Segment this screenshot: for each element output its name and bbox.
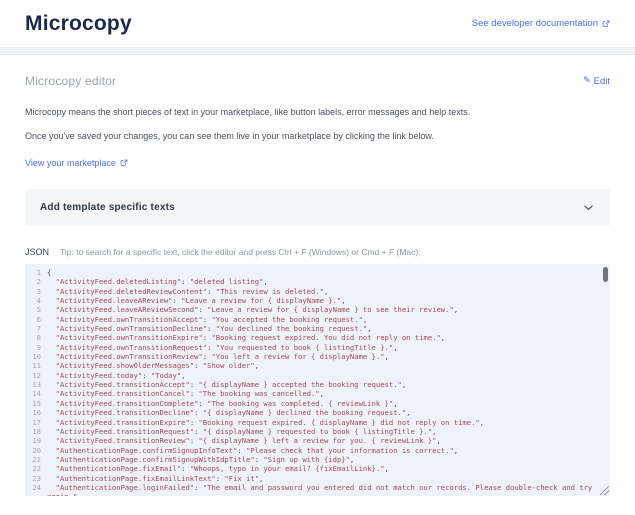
code-line: 5 "ActivityFeed.leaveAReviewSecond": "Le… — [25, 305, 610, 314]
code-line: 2 "ActivityFeed.deletedListing": "delete… — [25, 277, 610, 286]
code-line: 23 "AuthenticationPage.fixEmailLinkText"… — [25, 474, 610, 483]
code-lines: 1{2 "ActivityFeed.deletedListing": "dele… — [25, 264, 610, 496]
code-line: 15 "ActivityFeed.transitionComplete": "T… — [25, 399, 610, 408]
code-line: 22 "AuthenticationPage.fixEmail": "Whoop… — [25, 464, 610, 473]
json-code-editor[interactable]: 1{2 "ActivityFeed.deletedListing": "dele… — [25, 264, 610, 496]
code-line: 16 "ActivityFeed.transitionDecline": "{ … — [25, 408, 610, 417]
accordion-label: Add template specific texts — [40, 202, 175, 213]
code-line: 12 "ActivityFeed.today": "Today", — [25, 371, 610, 380]
chevron-down-icon — [584, 205, 593, 211]
code-line: 20 "AuthenticationPage.confirmSignupInfo… — [25, 446, 610, 455]
code-line: 1{ — [25, 268, 610, 277]
code-line: 19 "ActivityFeed.transitionReview": "{ d… — [25, 436, 610, 445]
developer-documentation-link[interactable]: See developer documentation — [472, 18, 610, 29]
description-paragraph-1: Microcopy means the short pieces of text… — [25, 105, 480, 120]
code-line: 18 "ActivityFeed.transitionRequest": "{ … — [25, 427, 610, 436]
developer-documentation-link-label: See developer documentation — [472, 18, 598, 29]
editor-toolbar: JSON Tip: to search for a specific text,… — [25, 247, 610, 257]
code-line: 11 "ActivityFeed.showOlderMessages": "Sh… — [25, 361, 610, 370]
app-title: Microcopy — [25, 12, 132, 36]
edit-button[interactable]: ✎ Edit — [583, 76, 610, 87]
external-link-icon — [120, 159, 128, 167]
header-divider-band — [0, 47, 635, 55]
code-line: 14 "ActivityFeed.transitionCancel": "The… — [25, 389, 610, 398]
add-template-texts-accordion[interactable]: Add template specific texts — [25, 189, 610, 226]
edit-button-label: Edit — [594, 76, 610, 87]
editor-resize-handle[interactable] — [600, 486, 609, 495]
format-label: JSON — [25, 247, 49, 257]
code-line: 24 "AuthenticationPage.loginFailed": "Th… — [25, 483, 610, 496]
description-paragraph-2: Once you've saved your changes, you can … — [25, 129, 480, 144]
search-tip-text: Tip: to search for a specific text, clic… — [60, 247, 421, 257]
view-marketplace-link-label: View your marketplace — [25, 158, 116, 168]
code-line: 10 "ActivityFeed.ownTransitionReview": "… — [25, 352, 610, 361]
external-link-icon — [602, 20, 610, 28]
code-line: 6 "ActivityFeed.ownTransitionAccept": "Y… — [25, 315, 610, 324]
editor-scrollbar-thumb[interactable] — [603, 267, 608, 282]
code-line: 9 "ActivityFeed.ownTransitionRequest": "… — [25, 343, 610, 352]
code-line: 13 "ActivityFeed.transitionAccept": "{ d… — [25, 380, 610, 389]
code-line: 8 "ActivityFeed.ownTransitionExpire": "B… — [25, 333, 610, 342]
code-line: 3 "ActivityFeed.deletedReviewContent": "… — [25, 287, 610, 296]
view-marketplace-link[interactable]: View your marketplace — [25, 158, 128, 168]
code-line: 7 "ActivityFeed.ownTransitionDecline": "… — [25, 324, 610, 333]
microcopy-page: Microcopy editor ✎ Edit Microcopy means … — [0, 74, 635, 496]
code-line: 17 "ActivityFeed.transitionExpire": "Boo… — [25, 418, 610, 427]
pencil-icon: ✎ — [583, 77, 591, 86]
page-title: Microcopy editor — [25, 74, 116, 88]
code-line: 21 "AuthenticationPage.confirmSignupWith… — [25, 455, 610, 464]
section-header: Microcopy editor ✎ Edit — [25, 74, 610, 88]
top-bar: Microcopy See developer documentation — [0, 0, 635, 47]
code-line: 4 "ActivityFeed.leaveAReview": "Leave a … — [25, 296, 610, 305]
